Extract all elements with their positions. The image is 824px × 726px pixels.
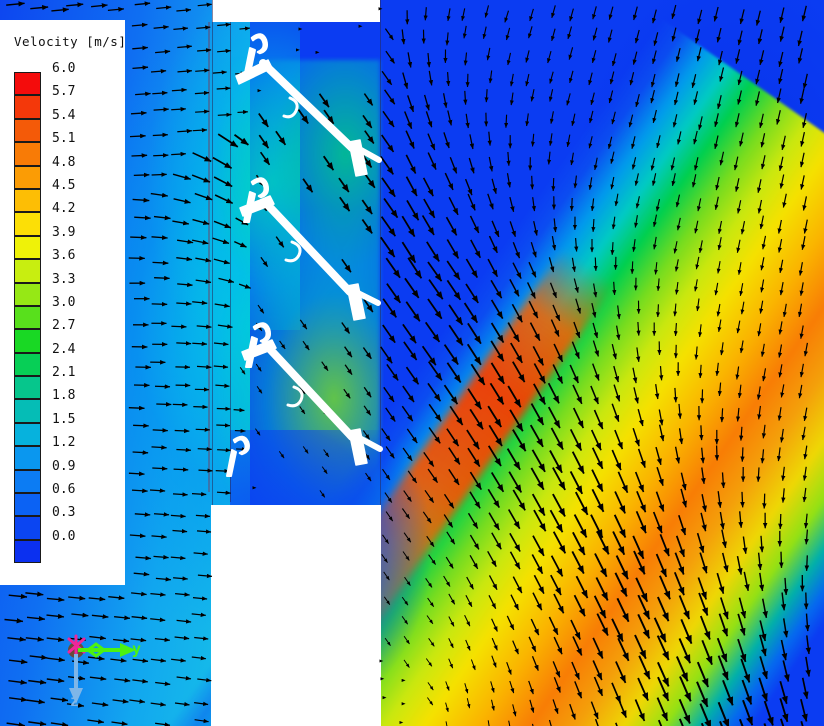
legend-swatch [14,118,41,143]
triad-y-label: y [132,640,142,658]
legend-swatch [14,165,41,189]
legend-swatch [14,422,41,447]
duct-lower-solid-body [211,505,381,726]
legend-tick-label: 4.8 [52,154,76,170]
legend-tick-label: 5.4 [52,107,76,123]
legend-swatch [14,95,41,119]
triad-y-axis [78,642,136,658]
legend-swatch [14,469,41,494]
duct-wall-right [380,0,381,505]
legend-tick-label: 4.5 [52,177,76,193]
velocity-colorbar-legend: Velocity [m/s] 6.0 5.7 5.4 5.1 4.8 4.5 4.2 3.9 3… [0,20,127,585]
legend-tick-label: 1.2 [52,435,76,451]
legend-tick-label: 3.0 [52,294,76,310]
legend-tick-label: 1.8 [52,388,76,404]
legend-swatch [14,493,41,517]
legend-swatch [14,72,41,96]
duct-top-gap-solid [212,0,380,22]
legend-tick-label: 0.6 [52,482,76,498]
legend-swatch [14,352,41,377]
legend-swatch [14,399,41,423]
duct-wall-outer [208,22,210,492]
legend-tick-label: 4.2 [52,201,76,217]
legend-swatch [14,516,41,540]
legend-swatch [14,539,41,564]
legend-tick-label: 3.9 [52,224,76,240]
triad-z-label: z [70,692,80,710]
legend-swatch [14,446,41,470]
legend-tick-label: 2.7 [52,318,76,334]
legend-tick-label: 0.9 [52,458,76,474]
axis-triad: y z [58,630,168,720]
legend-tick-label: 2.4 [52,341,76,357]
legend-tick-label: 3.6 [52,248,76,264]
legend-swatch [14,142,41,166]
legend-swatch [14,376,41,400]
legend-swatch [14,305,41,330]
legend-tick-label: 3.3 [52,271,76,287]
legend-tick-label: 5.1 [52,131,76,147]
legend-tick-label: 1.5 [52,411,76,427]
duct-wall-inner [230,22,231,502]
legend-swatch [14,259,41,283]
legend-tick-label: 2.1 [52,365,76,381]
legend-swatch [14,235,41,260]
legend-swatch [14,282,41,306]
legend-tick-label: 5.7 [52,84,76,100]
duct-wall-left [212,0,213,505]
cfd-visualization-canvas: Velocity [m/s] 6.0 5.7 5.4 5.1 4.8 4.5 4.2 3.9 3… [0,0,824,726]
legend-title: Velocity [m/s] [14,34,127,49]
legend-swatch [14,212,41,236]
legend-tick-label: 6.0 [52,61,76,76]
legend-swatch [14,188,41,213]
legend-tick-label: 0.3 [52,505,76,521]
legend-swatch [14,329,41,353]
legend-tick-label: 0.0 [52,528,76,544]
